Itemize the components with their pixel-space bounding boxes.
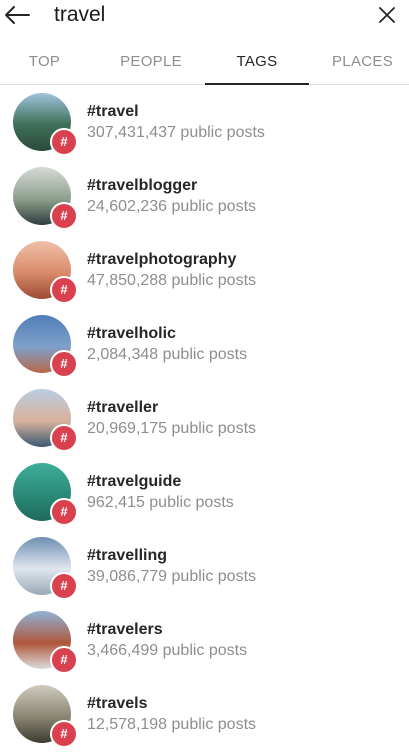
tag-name: #travel: [87, 103, 139, 120]
tab-tags[interactable]: TAGS: [205, 42, 309, 85]
tag-post-count: 2,084,348 public posts: [87, 346, 248, 363]
tag-result-row[interactable]: # #travelholic 2,084,348 public posts: [0, 310, 409, 384]
tag-result-row[interactable]: # #travelphotography 47,850,288 public p…: [0, 236, 409, 310]
hashtag-icon: #: [50, 128, 78, 156]
hashtag-icon: #: [50, 424, 78, 452]
tag-post-count: 12,578,198 public posts: [87, 716, 257, 733]
search-bar: travel: [0, 0, 409, 34]
tab-top[interactable]: TOP: [0, 42, 89, 84]
tag-post-count: 20,969,175 public posts: [87, 420, 257, 437]
tag-result-row[interactable]: # #travelblogger 24,602,236 public posts: [0, 162, 409, 236]
hashtag-icon: #: [50, 720, 78, 748]
hashtag-icon: #: [50, 202, 78, 230]
tag-post-count: 47,850,288 public posts: [87, 272, 257, 289]
tag-name: #travelblogger: [87, 177, 198, 194]
tag-name: #travelguide: [87, 473, 182, 490]
tag-post-count: 962,415 public posts: [87, 494, 234, 511]
tag-post-count: 39,086,779 public posts: [87, 568, 257, 585]
tag-post-count: 24,602,236 public posts: [87, 198, 257, 215]
close-icon[interactable]: [376, 4, 398, 26]
tag-name: #travelers: [87, 621, 163, 638]
search-tabs: TOP PEOPLE TAGS PLACES: [0, 42, 409, 85]
tag-name: #travelling: [87, 547, 168, 564]
tag-result-row[interactable]: # #travelguide 962,415 public posts: [0, 458, 409, 532]
tag-post-count: 307,431,437 public posts: [87, 124, 265, 141]
hashtag-icon: #: [50, 276, 78, 304]
tag-result-row[interactable]: # #travels 12,578,198 public posts: [0, 680, 409, 754]
tag-post-count: 3,466,499 public posts: [87, 642, 248, 659]
tag-result-row[interactable]: # #travelling 39,086,779 public posts: [0, 532, 409, 606]
hashtag-icon: #: [50, 498, 78, 526]
tag-name: #travelphotography: [87, 251, 237, 268]
tag-result-row[interactable]: # #travel 307,431,437 public posts: [0, 88, 409, 162]
tab-places[interactable]: PLACES: [316, 42, 409, 84]
hashtag-icon: #: [50, 572, 78, 600]
tag-result-row[interactable]: # #traveller 20,969,175 public posts: [0, 384, 409, 458]
tag-name: #travelholic: [87, 325, 176, 342]
search-input[interactable]: travel: [54, 2, 105, 28]
tab-people[interactable]: PEOPLE: [100, 42, 202, 84]
hashtag-icon: #: [50, 646, 78, 674]
tag-name: #travels: [87, 695, 148, 712]
back-arrow-icon[interactable]: [3, 4, 31, 26]
hashtag-icon: #: [50, 350, 78, 378]
tag-name: #traveller: [87, 399, 159, 416]
tag-result-row[interactable]: # #travelers 3,466,499 public posts: [0, 606, 409, 680]
